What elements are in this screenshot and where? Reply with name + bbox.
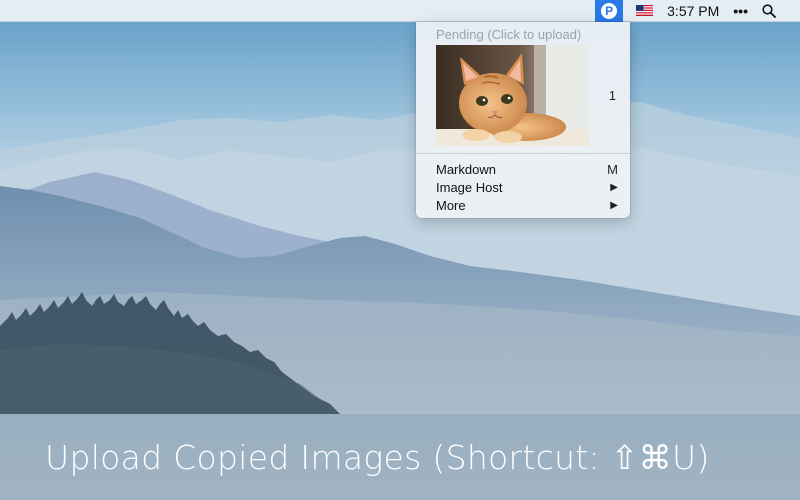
overflow-menu-item[interactable]: ••• [726, 0, 755, 22]
feature-caption: Upload Copied Images (Shortcut: ⇧⌘U) [45, 438, 710, 477]
submenu-arrow-icon: ▶ [610, 199, 618, 211]
search-icon [762, 3, 776, 18]
menu-item-more[interactable]: More ▶ [416, 196, 630, 214]
kitten-thumbnail [436, 45, 589, 146]
submenu-arrow-icon: ▶ [610, 181, 618, 193]
input-source-item[interactable] [629, 0, 660, 22]
more-dots-icon: ••• [733, 2, 748, 19]
menu-item-markdown[interactable]: Markdown M [416, 160, 630, 178]
us-flag-icon [636, 5, 654, 16]
status-dropdown-menu: Pending (Click to upload) 1 Markdown M I… [416, 22, 630, 218]
menu-item-label: Image Host [436, 179, 503, 195]
menu-bar: P 3:57 PM ••• [0, 0, 800, 22]
p-logo-letter: P [605, 3, 614, 18]
app-status-item[interactable]: P [595, 0, 624, 22]
menu-separator [416, 153, 630, 154]
p-logo-icon: P [601, 2, 618, 19]
spotlight-item[interactable] [755, 0, 800, 22]
clock[interactable]: 3:57 PM [660, 0, 726, 22]
clock-text: 3:57 PM [667, 2, 720, 19]
pending-count: 1 [608, 88, 616, 103]
menu-item-label: Markdown [436, 161, 496, 177]
menu-item-label: More [436, 197, 466, 213]
shortcut-key: M [607, 161, 618, 177]
menu-item-image-host[interactable]: Image Host ▶ [416, 178, 630, 196]
pending-header[interactable]: Pending (Click to upload) [436, 27, 581, 42]
pending-item[interactable]: 1 [416, 44, 630, 148]
